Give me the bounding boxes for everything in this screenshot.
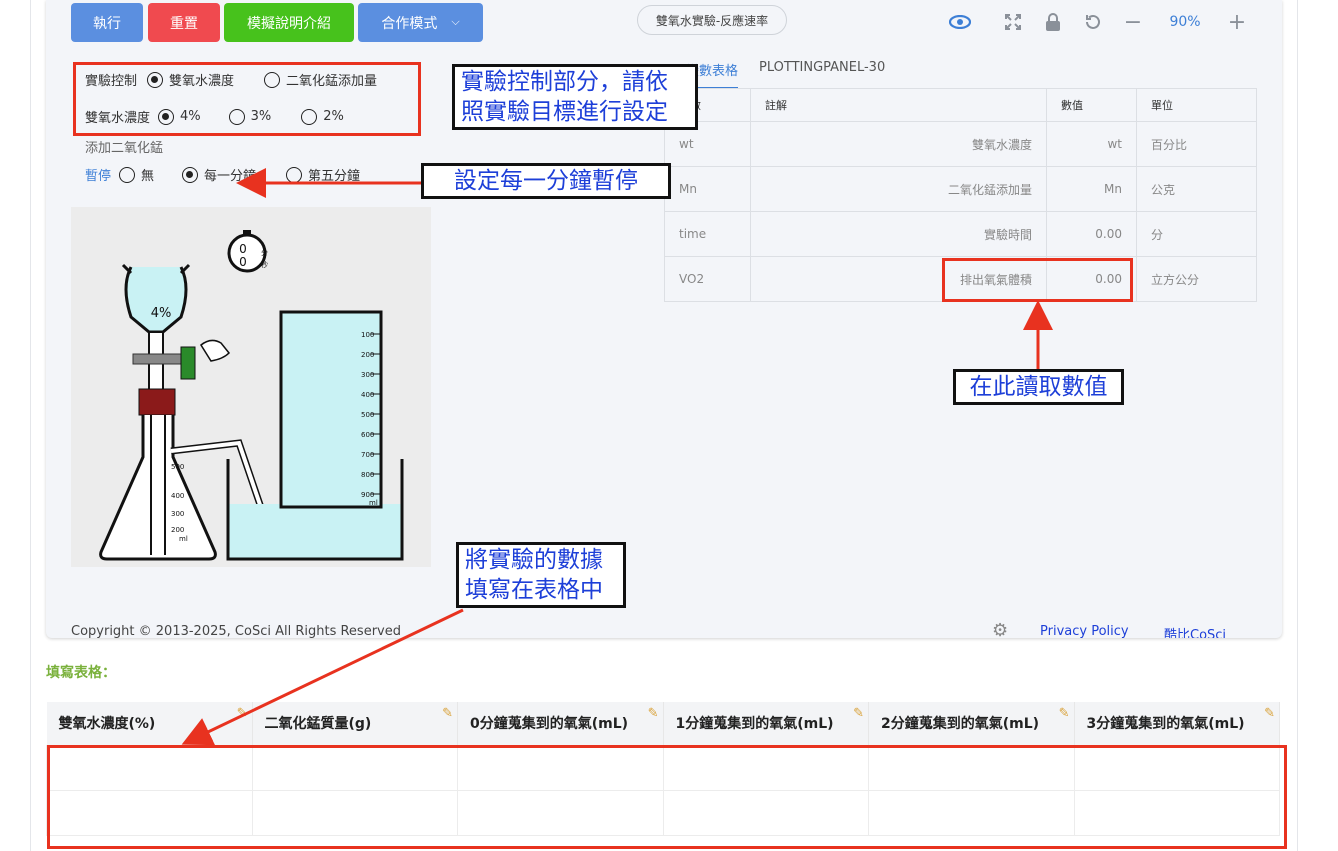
svg-text:200: 200 — [361, 351, 374, 359]
timer-seconds: 0 — [239, 255, 247, 269]
chevron-down-icon: ⌵ — [451, 16, 460, 28]
fill-header[interactable]: 2分鐘蒐集到的氧氣(mL) ✎ — [868, 702, 1075, 745]
svg-text:500: 500 — [171, 463, 184, 471]
zoom-in-icon[interactable]: + — [1226, 10, 1248, 35]
svg-text:ml: ml — [179, 535, 188, 543]
svg-text:800: 800 — [361, 471, 374, 479]
copyright: Copyright © 2013-2025, CoSci All Rights … — [71, 624, 401, 638]
svg-text:700: 700 — [361, 451, 374, 459]
pencil-icon[interactable]: ✎ — [648, 706, 659, 721]
svg-text:ml: ml — [369, 499, 378, 507]
svg-text:600: 600 — [361, 431, 374, 439]
fill-header[interactable]: 雙氧水濃度(%) ✎ — [46, 702, 253, 745]
pencil-icon[interactable]: ✎ — [442, 706, 453, 721]
pencil-icon[interactable]: ✎ — [853, 706, 864, 721]
privacy-link[interactable]: Privacy Policy — [1040, 624, 1129, 638]
header-unit: 單位 — [1136, 88, 1257, 122]
intro-button[interactable]: 模擬說明介紹 — [224, 3, 354, 42]
callout-read-value: 在此讀取數值 — [953, 369, 1124, 405]
header-note: 註解 — [750, 88, 1047, 122]
eye-icon[interactable] — [949, 11, 971, 33]
svg-text:500: 500 — [361, 411, 374, 419]
callout-pause: 設定每一分鐘暫停 — [421, 163, 671, 199]
radio-pause-5min-label: 第五分鐘 — [308, 169, 361, 184]
fill-table-title: 填寫表格： — [46, 665, 116, 681]
coop-mode-button[interactable]: 合作模式 ⌵ — [358, 3, 483, 42]
svg-text:100: 100 — [361, 331, 374, 339]
header-value: 數值 — [1046, 88, 1137, 122]
funnel-percent: 4% — [151, 306, 172, 321]
rotate-icon[interactable] — [1082, 11, 1104, 33]
timer-sec-unit: 秒 — [261, 260, 268, 269]
table-row: time 實驗時間 0.00 分 — [664, 211, 1257, 257]
table-row: wt 雙氧水濃度 wt 百分比 — [664, 121, 1257, 167]
zoom-level: 90% — [1169, 14, 1201, 30]
callout-exp-control: 實驗控制部分，請依照實驗目標進行設定 — [452, 64, 698, 130]
exp-control-highlight — [73, 62, 421, 136]
radio-pause-1min-label: 每一分鐘 — [204, 169, 257, 184]
table-row: Mn 二氧化錳添加量 Mn 公克 — [664, 166, 1257, 212]
pencil-icon[interactable]: ✎ — [1059, 706, 1070, 721]
fill-header[interactable]: 0分鐘蒐集到的氧氣(mL) ✎ — [457, 702, 664, 745]
lock-icon[interactable] — [1042, 11, 1064, 33]
radio-pause-1min[interactable] — [182, 166, 199, 183]
gear-icon[interactable]: ⚙ — [992, 620, 1008, 638]
fill-table-highlight — [47, 745, 1287, 849]
fill-header[interactable]: 二氧化錳質量(g) ✎ — [252, 702, 458, 745]
fill-header[interactable]: 3分鐘蒐集到的氧氣(mL) ✎ — [1074, 702, 1280, 745]
svg-text:400: 400 — [361, 391, 374, 399]
fill-header[interactable]: 1分鐘蒐集到的氧氣(mL) ✎ — [663, 702, 869, 745]
svg-text:200: 200 — [171, 526, 184, 534]
radio-pause-5min[interactable] — [286, 166, 303, 183]
pencil-icon[interactable]: ✎ — [237, 706, 248, 721]
reset-button[interactable]: 重置 — [148, 3, 220, 42]
svg-text:300: 300 — [171, 510, 184, 518]
timer-min-unit: 分 — [261, 248, 268, 257]
tab-plotting[interactable]: PLOTTINGPANEL-30 — [759, 60, 885, 75]
vo2-value-highlight — [942, 258, 1133, 302]
fullscreen-icon[interactable] — [1002, 11, 1024, 33]
pencil-icon[interactable]: ✎ — [1264, 706, 1275, 721]
pause-label: 暫停 — [85, 169, 112, 184]
callout-fill-table: 將實驗的數據填寫在表格中 — [456, 542, 626, 608]
add-mno2-label: 添加二氧化錳 — [85, 141, 164, 156]
coop-mode-label: 合作模式 — [381, 14, 438, 31]
sim-title-pill: 雙氧水實驗-反應速率 — [637, 5, 787, 35]
pause-row: 暫停 無 每一分鐘 第五分鐘 — [85, 165, 360, 184]
radio-pause-none[interactable] — [119, 166, 136, 183]
cosci-link[interactable]: 酷比CoSci — [1164, 624, 1226, 638]
svg-text:400: 400 — [171, 492, 184, 500]
timer-minutes: 0 — [239, 242, 247, 256]
zoom-out-icon[interactable]: − — [1122, 10, 1144, 35]
svg-text:900: 900 — [361, 491, 374, 499]
run-button[interactable]: 執行 — [71, 3, 143, 42]
radio-pause-none-label: 無 — [141, 169, 155, 184]
svg-text:300: 300 — [361, 371, 374, 379]
apparatus-drawing[interactable]: 0 0 分 秒 4% 500 400 300 200 ml 100 200 30… — [71, 207, 431, 567]
